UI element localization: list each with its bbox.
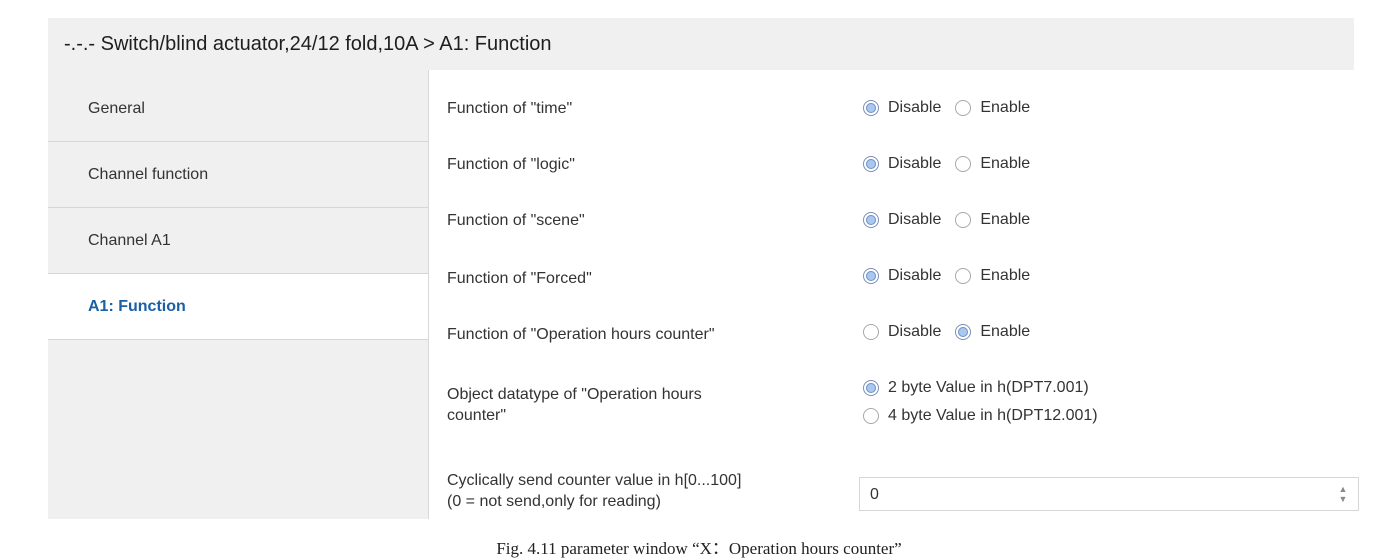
- logic-enable-option[interactable]: Enable: [955, 150, 1030, 178]
- sidebar-item-label: Channel A1: [88, 232, 171, 249]
- radio-button[interactable]: [955, 268, 972, 284]
- param-label-scene: Function of "scene": [447, 212, 585, 229]
- scene-enable-option[interactable]: Enable: [955, 206, 1030, 234]
- radio-group-operation-hours-counter: Disable Enable: [863, 318, 1044, 346]
- param-label-line: (0 = not send,only for reading): [447, 493, 661, 510]
- time-enable-option[interactable]: Enable: [955, 94, 1030, 122]
- param-label-forced: Function of "Forced": [447, 270, 592, 287]
- radio-button[interactable]: [955, 100, 972, 116]
- spin-down-icon[interactable]: ▼: [1338, 494, 1348, 504]
- radio-group-object-datatype: 2 byte Value in h(DPT7.001) 4 byte Value…: [863, 374, 1112, 430]
- radio-group-time: Disable Enable: [863, 94, 1044, 122]
- radio-button[interactable]: [863, 408, 879, 424]
- option-label: Enable: [980, 211, 1031, 228]
- param-label-object-datatype: Object datatype of "Operation hours coun…: [447, 384, 702, 426]
- figure-caption: Fig. 4.11 parameter window “X：Operation …: [496, 539, 902, 558]
- param-label-line: Object datatype of "Operation hours: [447, 386, 702, 403]
- radio-group-forced: Disable Enable: [863, 262, 1044, 290]
- forced-disable-option[interactable]: Disable: [863, 262, 941, 290]
- radio-button-checked[interactable]: [863, 156, 879, 172]
- param-label-operation-hours-counter: Function of "Operation hours counter": [447, 326, 715, 343]
- radio-button[interactable]: [863, 324, 879, 340]
- option-label: Disable: [888, 323, 942, 340]
- spin-buttons: ▲ ▼: [1338, 484, 1348, 506]
- option-label: Disable: [888, 267, 942, 284]
- option-label: Disable: [888, 211, 942, 228]
- option-label: 2 byte Value in h(DPT7.001): [888, 379, 1089, 396]
- sidebar-item-channel-function[interactable]: Channel function: [48, 142, 428, 208]
- option-label: Disable: [888, 155, 942, 172]
- option-label: Enable: [980, 155, 1031, 172]
- sidebar-item-label: A1: Function: [88, 298, 186, 315]
- parameter-window: -.-.- Switch/blind actuator,24/12 fold,1…: [48, 18, 1359, 519]
- scene-disable-option[interactable]: Disable: [863, 206, 941, 234]
- option-label: Enable: [980, 267, 1031, 284]
- option-label: Disable: [888, 99, 942, 116]
- ohc-enable-option[interactable]: Enable: [955, 318, 1030, 346]
- option-label: Enable: [980, 99, 1031, 116]
- logic-disable-option[interactable]: Disable: [863, 150, 941, 178]
- param-label-line: counter": [447, 407, 507, 424]
- sidebar: General Channel function Channel A1 A1: …: [48, 76, 428, 340]
- param-label-line: Cyclically send counter value in h[0...1…: [447, 472, 742, 489]
- ohc-disable-option[interactable]: Disable: [863, 318, 941, 346]
- radio-button[interactable]: [955, 156, 972, 172]
- forced-enable-option[interactable]: Enable: [955, 262, 1030, 290]
- sidebar-item-channel-a1[interactable]: Channel A1: [48, 208, 428, 274]
- option-label: 4 byte Value in h(DPT12.001): [888, 407, 1098, 424]
- spin-up-icon[interactable]: ▲: [1338, 484, 1348, 494]
- datatype-2byte-option[interactable]: 2 byte Value in h(DPT7.001): [863, 374, 1089, 402]
- radio-button-checked[interactable]: [955, 324, 972, 340]
- radio-button-checked[interactable]: [863, 212, 879, 228]
- sidebar-item-label: General: [88, 100, 145, 117]
- time-disable-option[interactable]: Disable: [863, 94, 941, 122]
- radio-group-logic: Disable Enable: [863, 150, 1044, 178]
- param-label-time: Function of "time": [447, 100, 573, 117]
- radio-button-checked[interactable]: [863, 100, 879, 116]
- parameter-panel: Function of "time" Disable Enable Functi…: [428, 70, 1359, 519]
- radio-button-checked[interactable]: [863, 268, 879, 284]
- window-title: -.-.- Switch/blind actuator,24/12 fold,1…: [64, 33, 552, 55]
- param-label-logic: Function of "logic": [447, 156, 575, 173]
- cyclic-send-number-input[interactable]: 0 ▲ ▼: [859, 477, 1359, 511]
- radio-group-scene: Disable Enable: [863, 206, 1044, 234]
- option-label: Enable: [980, 323, 1031, 340]
- param-label-cyclic-send: Cyclically send counter value in h[0...1…: [447, 470, 741, 512]
- sidebar-item-a1-function[interactable]: A1: Function: [48, 274, 428, 340]
- datatype-4byte-option[interactable]: 4 byte Value in h(DPT12.001): [863, 402, 1098, 430]
- radio-button-checked[interactable]: [863, 380, 879, 396]
- number-input-value: 0: [870, 486, 879, 503]
- radio-button[interactable]: [955, 212, 972, 228]
- sidebar-item-label: Channel function: [88, 166, 209, 183]
- sidebar-item-general[interactable]: General: [48, 76, 428, 142]
